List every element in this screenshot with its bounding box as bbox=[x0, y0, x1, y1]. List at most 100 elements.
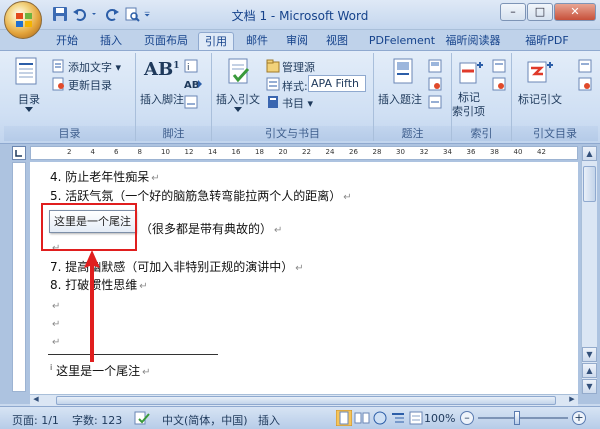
tab-foxit-pdf[interactable]: 福昕PDF bbox=[516, 32, 578, 50]
tab-home[interactable]: 开始 bbox=[50, 32, 84, 50]
office-logo-icon bbox=[16, 13, 32, 27]
ruler-tick-label: 34 bbox=[443, 148, 452, 156]
horizontal-ruler[interactable]: 2 4 6 8 10 12 14 16 18 20 22 24 26 28 30 32 34 36 38 40 42 bbox=[30, 146, 578, 160]
mark-entry-icon[interactable] bbox=[458, 59, 484, 85]
tab-references[interactable]: 引用 bbox=[198, 32, 234, 50]
update-table-of-authorities-icon[interactable] bbox=[578, 77, 592, 91]
outline-view-icon[interactable] bbox=[390, 410, 406, 426]
ruler-tick-label: 28 bbox=[372, 148, 382, 156]
zoom-level[interactable]: 100% bbox=[424, 412, 455, 425]
tab-view[interactable]: 视图 bbox=[320, 32, 354, 50]
next-page-button[interactable]: ▼ bbox=[582, 379, 597, 394]
update-figures-icon[interactable] bbox=[428, 77, 442, 91]
ruler-tick-label: 30 bbox=[396, 148, 405, 156]
doc-line: （很多都是带有典故的） ↵ bbox=[140, 220, 282, 237]
tab-pdfelement[interactable]: PDFelement bbox=[362, 32, 442, 50]
word-count[interactable]: 字数: 123 bbox=[72, 412, 122, 428]
scroll-up-button[interactable]: ▲ bbox=[582, 146, 597, 161]
manage-sources-button[interactable]: 管理源 bbox=[282, 59, 315, 75]
horizontal-scrollbar-thumb[interactable] bbox=[56, 396, 556, 405]
page-count[interactable]: 页面: 1/1 bbox=[12, 412, 59, 428]
chevron-down-icon[interactable] bbox=[25, 107, 33, 113]
document-page[interactable]: 4. 防止老年性痴呆 ↵ 5. 活跃气氛（一个好的脑筋急转弯能拉两个人的距离） ↵ … bbox=[30, 162, 578, 394]
update-table-button[interactable]: 更新目录 bbox=[68, 77, 112, 93]
ruler-tick-label: 22 bbox=[302, 148, 311, 156]
office-button[interactable] bbox=[4, 1, 42, 39]
insert-caption-button[interactable]: 插入题注 bbox=[378, 91, 422, 107]
add-text-button[interactable]: 添加文字 ▾ bbox=[68, 59, 121, 75]
endnote-separator bbox=[48, 354, 218, 355]
chevron-down-icon[interactable] bbox=[234, 107, 242, 113]
endnote-reference-mark: i bbox=[50, 363, 53, 372]
insert-citation-button[interactable]: 插入引文 bbox=[216, 91, 260, 107]
ruler-tick-label: 12 bbox=[184, 148, 194, 156]
zoom-slider-track[interactable] bbox=[478, 417, 568, 419]
horizontal-scrollbar[interactable]: ◀ ▶ bbox=[30, 394, 578, 406]
window-controls: – □ ✕ bbox=[500, 3, 596, 21]
minimize-button[interactable]: – bbox=[500, 3, 526, 21]
update-table-icon bbox=[52, 77, 64, 91]
scrollbar-thumb[interactable] bbox=[583, 166, 596, 202]
index-group-label: 索引 bbox=[452, 126, 511, 141]
insert-citation-icon[interactable] bbox=[226, 57, 252, 87]
next-footnote-icon[interactable]: AB bbox=[184, 77, 202, 91]
insert-mode-indicator[interactable]: 插入 bbox=[258, 412, 280, 428]
zoom-slider-thumb[interactable] bbox=[514, 411, 520, 425]
doc-line-text: 4. 防止老年性痴呆 bbox=[50, 170, 150, 184]
view-buttons bbox=[336, 410, 424, 426]
full-screen-reading-icon[interactable] bbox=[354, 410, 370, 426]
citation-style-select[interactable]: APA Fifth bbox=[308, 75, 366, 92]
add-text-icon bbox=[52, 59, 64, 73]
paragraph-mark-icon: ↵ bbox=[52, 337, 61, 348]
vertical-ruler[interactable] bbox=[12, 162, 26, 392]
toc-button-label[interactable]: 目录 bbox=[18, 91, 40, 107]
vertical-scrollbar[interactable]: ▲ ▼ ▲ ▼ bbox=[581, 146, 597, 394]
captions-group: 插入题注 题注 bbox=[374, 53, 452, 141]
svg-text:AB: AB bbox=[184, 80, 199, 91]
zoom-in-button[interactable]: + bbox=[572, 411, 586, 425]
ruler-tick-label: 4 bbox=[90, 148, 95, 156]
mark-entry-label-2[interactable]: 索引项 bbox=[452, 103, 485, 119]
mark-citation-icon[interactable] bbox=[526, 59, 554, 85]
zoom-out-button[interactable]: – bbox=[460, 411, 474, 425]
insert-caption-icon[interactable] bbox=[392, 57, 416, 87]
insert-table-of-figures-icon[interactable] bbox=[428, 59, 442, 73]
tab-selector[interactable] bbox=[12, 146, 26, 160]
manage-sources-icon bbox=[266, 59, 280, 73]
mark-citation-button[interactable]: 标记引文 bbox=[518, 91, 562, 107]
update-index-icon[interactable] bbox=[492, 77, 506, 91]
scroll-right-button[interactable]: ▶ bbox=[566, 395, 578, 406]
insert-endnote-icon[interactable]: i bbox=[184, 59, 198, 73]
proofing-icon[interactable] bbox=[134, 410, 150, 426]
table-of-contents-icon[interactable] bbox=[14, 57, 40, 87]
paragraph-mark-icon: ↵ bbox=[151, 173, 160, 184]
cross-reference-icon[interactable] bbox=[428, 95, 442, 109]
draft-view-icon[interactable] bbox=[408, 410, 424, 426]
endnote: i 这里是一个尾注 ↵ bbox=[50, 362, 150, 379]
ruler-tick-label: 18 bbox=[255, 148, 264, 156]
insert-footnote-button[interactable]: 插入脚注 bbox=[140, 91, 184, 107]
tab-review[interactable]: 审阅 bbox=[280, 32, 314, 50]
tab-insert[interactable]: 插入 bbox=[94, 32, 128, 50]
insert-index-icon[interactable] bbox=[492, 59, 506, 73]
scroll-down-button[interactable]: ▼ bbox=[582, 347, 597, 362]
language-indicator[interactable]: 中文(简体，中国) bbox=[162, 412, 248, 428]
paragraph-mark-icon: ↵ bbox=[52, 319, 61, 330]
ruler-tick-label: 14 bbox=[208, 148, 217, 156]
ruler-tick-label: 40 bbox=[513, 148, 523, 156]
scroll-left-button[interactable]: ◀ bbox=[30, 395, 42, 406]
insert-footnote-icon[interactable]: AB1 bbox=[144, 59, 179, 80]
ribbon-tabs: 开始 插入 页面布局 引用 邮件 审阅 视图 PDFelement 福昕阅读器 … bbox=[0, 30, 600, 50]
show-notes-icon[interactable] bbox=[184, 95, 198, 109]
paragraph-mark-icon: ↵ bbox=[274, 225, 283, 236]
web-layout-view-icon[interactable] bbox=[372, 410, 388, 426]
tab-mailings[interactable]: 邮件 bbox=[240, 32, 274, 50]
tab-page-layout[interactable]: 页面布局 bbox=[136, 32, 196, 50]
maximize-button[interactable]: □ bbox=[527, 3, 553, 21]
tab-foxit-reader[interactable]: 福昕阅读器 bbox=[440, 32, 506, 50]
close-button[interactable]: ✕ bbox=[554, 3, 596, 21]
bibliography-button[interactable]: 书目 ▾ bbox=[282, 95, 313, 111]
insert-table-of-authorities-icon[interactable] bbox=[578, 59, 592, 73]
print-layout-view-icon[interactable] bbox=[336, 410, 352, 426]
previous-page-button[interactable]: ▲ bbox=[582, 363, 597, 378]
